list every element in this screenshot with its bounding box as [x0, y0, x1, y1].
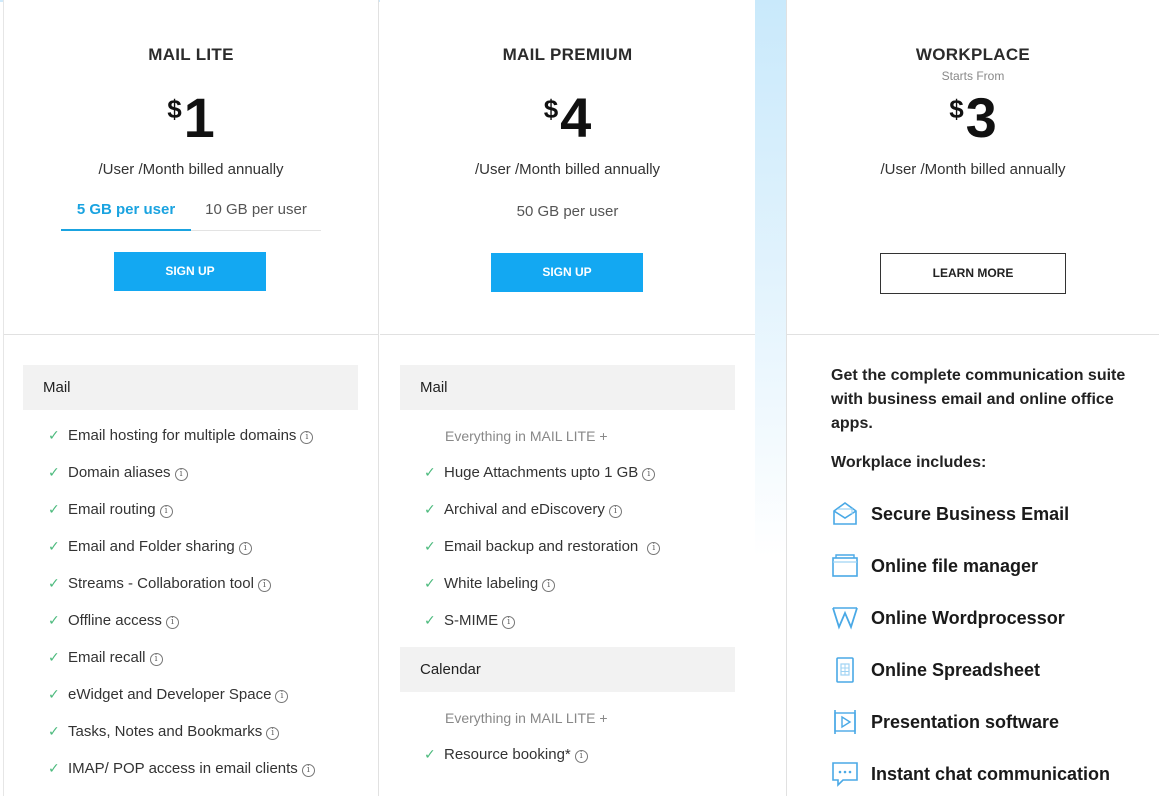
starts-from-label: Starts From [941, 69, 1005, 83]
feature-item: ✓ Streams - Collaboration tool i [48, 575, 271, 592]
info-icon[interactable]: i [257, 579, 271, 592]
feature-item: ✓ Resource booking* i [424, 746, 588, 763]
info-icon[interactable]: i [300, 431, 314, 444]
plan-card-mail-premium: MAIL PREMIUM $4 /User /Month billed annu… [380, 0, 755, 796]
check-icon: ✓ [48, 501, 60, 517]
section-header-mail: Mail [400, 365, 735, 410]
info-icon[interactable]: i [608, 505, 622, 518]
currency-symbol: $ [167, 94, 182, 124]
check-icon: ✓ [48, 686, 60, 702]
billing-period: /User /Month billed annually [98, 161, 284, 178]
info-icon[interactable]: i [301, 764, 315, 777]
info-icon[interactable]: i [174, 468, 188, 481]
workplace-includes-title: Workplace includes: [831, 454, 987, 471]
tab-10gb[interactable]: 10 GB per user [191, 199, 321, 231]
info-icon[interactable]: i [238, 542, 252, 555]
price-amount: 4 [560, 86, 592, 149]
section-header-calendar: Calendar [400, 647, 735, 692]
feature-item: ✓ S-MIME i [424, 612, 516, 629]
section-header-mail: Mail [23, 365, 358, 410]
billing-period: /User /Month billed annually [474, 161, 661, 178]
currency-symbol: $ [949, 94, 964, 124]
learn-more-button[interactable]: LEARN MORE [880, 253, 1066, 294]
inherit-note: Everything in MAIL LITE + [445, 428, 608, 444]
folder-icon [832, 554, 858, 577]
check-icon: ✓ [48, 723, 60, 739]
check-icon: ✓ [424, 538, 436, 554]
check-icon: ✓ [424, 746, 436, 762]
info-icon[interactable]: i [642, 468, 656, 481]
presentation-icon [834, 710, 856, 734]
inherit-note: Everything in MAIL LITE + [445, 710, 608, 726]
check-icon: ✓ [424, 575, 436, 591]
info-icon[interactable]: i [165, 616, 179, 629]
info-icon[interactable]: i [149, 653, 163, 666]
feature-item: ✓ Offline access i [48, 612, 179, 629]
feature-item: ✓ Tasks, Notes and Bookmarks i [48, 723, 280, 740]
info-icon[interactable]: i [502, 616, 516, 629]
plan-price: $1 [4, 88, 378, 148]
plan-card-mail-lite: MAIL LITE $1 /User /Month billed annuall… [3, 0, 379, 796]
plan-title: MAIL LITE [148, 45, 234, 64]
billing-period: /User /Month billed annually [880, 161, 1066, 178]
feature-item: ✓ Archival and eDiscovery i [424, 501, 622, 518]
check-icon: ✓ [48, 612, 60, 628]
plan-price: $4 [380, 88, 755, 148]
check-icon: ✓ [424, 464, 436, 480]
chat-icon [832, 762, 858, 787]
info-icon[interactable]: i [647, 542, 661, 555]
check-icon: ✓ [48, 760, 60, 776]
plan-header: MAIL LITE $1 /User /Month billed annuall… [4, 0, 378, 335]
feature-item: ✓ eWidget and Developer Space i [48, 686, 289, 703]
plan-card-workplace: WORKPLACE Starts From $3 /User /Month bi… [786, 0, 1159, 796]
info-icon[interactable]: i [275, 690, 289, 703]
feature-item: ✓ Huge Attachments upto 1 GB i [424, 464, 656, 481]
feature-item: ✓ Domain aliases i [48, 464, 188, 481]
info-icon[interactable]: i [159, 505, 173, 518]
check-icon: ✓ [48, 427, 60, 443]
column-gap-gradient [755, 0, 786, 796]
currency-symbol: $ [543, 94, 559, 124]
check-icon: ✓ [48, 649, 60, 665]
check-icon: ✓ [48, 464, 60, 480]
price-amount: 1 [183, 86, 215, 149]
feature-item: ✓ Email backup and restoration i [424, 538, 661, 555]
info-icon[interactable]: i [574, 750, 588, 763]
plan-title: MAIL PREMIUM [502, 45, 633, 64]
storage-tabs: 5 GB per user 10 GB per user [61, 199, 321, 231]
feature-item: ✓ White labeling i [424, 575, 556, 592]
feature-item: ✓ IMAP/ POP access in email clients i [48, 760, 315, 777]
info-icon[interactable]: i [266, 727, 280, 740]
check-icon: ✓ [48, 575, 60, 591]
info-icon[interactable]: i [542, 579, 556, 592]
workplace-description: Get the complete communication suite wit… [831, 367, 1126, 432]
tab-5gb[interactable]: 5 GB per user [61, 199, 191, 231]
check-icon: ✓ [48, 538, 60, 554]
plan-header: MAIL PREMIUM $4 /User /Month billed annu… [380, 0, 755, 335]
sign-up-button[interactable]: SIGN UP [491, 253, 643, 292]
price-amount: 3 [965, 86, 997, 149]
writer-icon [832, 607, 858, 630]
sign-up-button[interactable]: SIGN UP [114, 252, 266, 291]
check-icon: ✓ [424, 612, 436, 628]
feature-item: ✓ Email routing i [48, 501, 173, 518]
plan-price: $3 [787, 88, 1159, 148]
feature-item: ✓ Email and Folder sharing i [48, 538, 252, 555]
storage-label: 50 GB per user [516, 203, 619, 220]
feature-item: ✓ Email hosting for multiple domains i [48, 427, 314, 444]
spreadsheet-icon [836, 657, 854, 683]
check-icon: ✓ [424, 501, 436, 517]
envelope-icon [833, 502, 857, 525]
plan-header: WORKPLACE Starts From $3 /User /Month bi… [787, 0, 1159, 335]
feature-item: ✓ Email recall i [48, 649, 163, 666]
plan-title: WORKPLACE [915, 45, 1031, 64]
